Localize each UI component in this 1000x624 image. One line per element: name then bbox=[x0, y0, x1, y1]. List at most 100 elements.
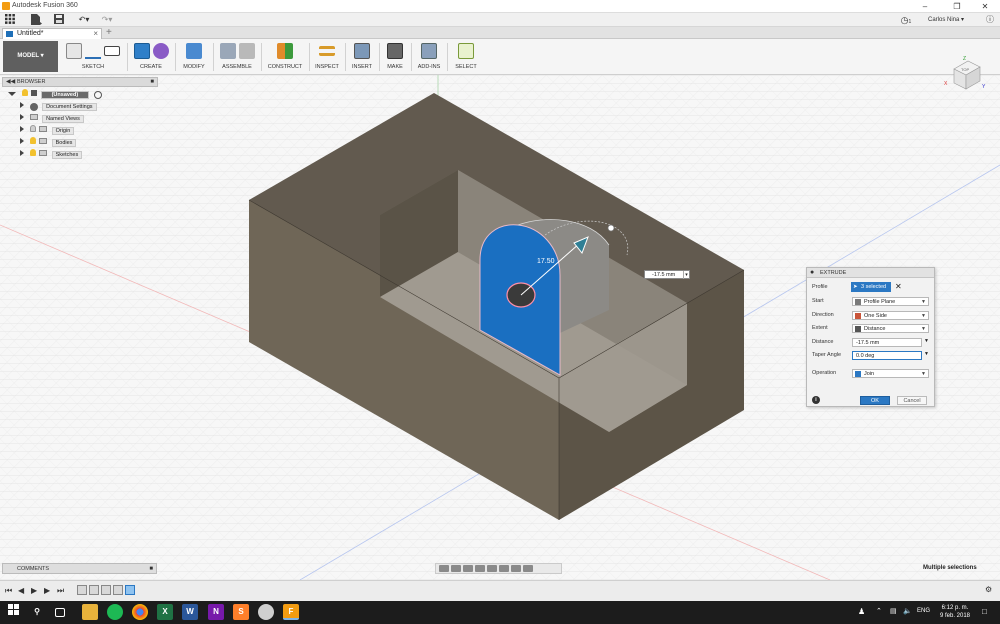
redo-icon[interactable]: ↷▾ bbox=[97, 14, 117, 26]
tray-overflow-icon[interactable]: ⌃ bbox=[876, 607, 882, 615]
cancel-button[interactable]: Cancel bbox=[897, 396, 927, 405]
file-explorer-icon[interactable] bbox=[82, 604, 98, 620]
save-icon[interactable] bbox=[52, 14, 66, 26]
orbit-icon[interactable] bbox=[439, 565, 449, 572]
tree-root[interactable]: (Unsaved) bbox=[8, 89, 158, 101]
info-icon[interactable]: i bbox=[812, 396, 820, 404]
construct-group[interactable]: CONSTRUCT bbox=[263, 41, 307, 73]
form-icon[interactable] bbox=[152, 43, 169, 59]
undo-icon[interactable]: ↶▾ bbox=[74, 14, 94, 26]
comments-panel-header[interactable]: COMMENTS ■ bbox=[2, 563, 157, 574]
spotify-icon[interactable] bbox=[107, 604, 123, 620]
expand-arrow-icon[interactable] bbox=[20, 114, 24, 120]
taper-angle-field[interactable]: 0.0 deg bbox=[852, 351, 922, 360]
word-icon[interactable]: W bbox=[182, 604, 198, 620]
people-icon[interactable]: ♟ bbox=[858, 607, 865, 616]
user-account-menu[interactable]: Carlos Nina ▾ bbox=[928, 14, 964, 26]
press-pull-icon[interactable] bbox=[186, 43, 202, 59]
notifications-icon[interactable]: □ bbox=[982, 607, 987, 616]
clear-selection-icon[interactable]: ✕ bbox=[895, 282, 902, 292]
look-at-icon[interactable] bbox=[451, 565, 461, 572]
collapse-dialog-icon[interactable]: ● bbox=[810, 268, 814, 278]
timeline-extrude-item[interactable] bbox=[113, 585, 123, 595]
line-icon[interactable] bbox=[85, 43, 101, 59]
expand-arrow-icon[interactable] bbox=[20, 138, 24, 144]
view-cube[interactable]: TOP Z X Y bbox=[944, 55, 986, 95]
tree-item-bodies[interactable]: Bodies bbox=[8, 137, 158, 149]
extrude-icon[interactable] bbox=[133, 43, 150, 59]
close-tab-icon[interactable]: × bbox=[93, 29, 98, 39]
assemble-group[interactable]: ASSEMBLE bbox=[215, 41, 259, 73]
search-icon[interactable]: ⚲ bbox=[29, 604, 45, 620]
job-status-icon[interactable]: ◷1 bbox=[896, 14, 916, 26]
visibility-bulb-icon[interactable] bbox=[29, 125, 36, 132]
step-forward-icon[interactable]: ▶ bbox=[44, 586, 50, 595]
expand-arrow-icon[interactable] bbox=[20, 102, 24, 108]
data-panel-grid-icon[interactable] bbox=[3, 14, 17, 26]
viewports-icon[interactable] bbox=[523, 565, 533, 572]
play-icon[interactable]: ▶ bbox=[31, 586, 37, 595]
3d-print-icon[interactable] bbox=[387, 43, 403, 59]
operation-select[interactable]: Join ▼ bbox=[852, 369, 929, 378]
fusion-360-taskbar-icon[interactable]: F bbox=[283, 604, 299, 620]
network-icon[interactable]: ▤ bbox=[890, 607, 897, 615]
manipulator-handle[interactable] bbox=[607, 224, 615, 232]
create-group[interactable]: CREATE bbox=[129, 41, 173, 73]
tab-untitled[interactable]: Untitled* × bbox=[2, 28, 102, 39]
timeline-settings-gear-icon[interactable]: ⚙ bbox=[985, 585, 992, 594]
expand-arrow-icon[interactable] bbox=[20, 150, 24, 156]
insert-group[interactable]: INSERT bbox=[347, 41, 377, 73]
joint-icon[interactable] bbox=[238, 43, 255, 59]
close-button[interactable]: ✕ bbox=[970, 1, 1000, 12]
step-back-icon[interactable]: ◀ bbox=[18, 586, 24, 595]
direction-select[interactable]: One Side ▼ bbox=[852, 311, 929, 320]
visibility-bulb-icon[interactable] bbox=[21, 89, 28, 96]
scripts-icon[interactable] bbox=[421, 43, 437, 59]
timeline-sketch-item[interactable] bbox=[101, 585, 111, 595]
select-group[interactable]: SELECT bbox=[449, 41, 483, 73]
go-to-start-icon[interactable]: ⏮ bbox=[5, 586, 12, 596]
distance-input[interactable]: -17.5 mm ▾ bbox=[644, 270, 690, 279]
file-menu-icon[interactable] bbox=[28, 14, 44, 26]
distance-field[interactable]: -17.5 mm bbox=[852, 338, 922, 347]
pin-panel-icon[interactable]: ■ bbox=[150, 78, 154, 86]
distance-dropdown-icon[interactable]: ▾ bbox=[683, 271, 689, 279]
start-select[interactable]: Profile Plane ▼ bbox=[852, 297, 929, 306]
distance-dropdown-icon[interactable]: ▼ bbox=[924, 338, 929, 344]
expand-arrow-icon[interactable] bbox=[20, 126, 24, 132]
rectangle-icon[interactable] bbox=[104, 46, 120, 56]
pan-icon[interactable] bbox=[463, 565, 473, 572]
tree-item-named-views[interactable]: Named Views bbox=[8, 113, 158, 125]
tree-item-origin[interactable]: Origin bbox=[8, 125, 158, 137]
onenote-icon[interactable]: N bbox=[208, 604, 224, 620]
sublime-text-icon[interactable]: S bbox=[233, 604, 249, 620]
language-indicator[interactable]: ENG bbox=[917, 608, 930, 614]
tree-item-document-settings[interactable]: Document Settings bbox=[8, 101, 158, 113]
timeline-current-item[interactable] bbox=[125, 585, 135, 595]
modify-group[interactable]: MODIFY bbox=[177, 41, 211, 73]
help-icon[interactable]: ⓘ bbox=[983, 14, 997, 26]
collapse-panel-icon[interactable]: ◀◀ bbox=[6, 78, 15, 86]
display-settings-icon[interactable] bbox=[499, 565, 509, 572]
windows-start-icon[interactable] bbox=[5, 604, 21, 620]
tree-item-sketches[interactable]: Sketches bbox=[8, 149, 158, 161]
minimize-button[interactable]: – bbox=[910, 1, 940, 12]
excel-icon[interactable]: X bbox=[157, 604, 173, 620]
extent-select[interactable]: Distance ▼ bbox=[852, 324, 929, 333]
expand-arrow-icon[interactable] bbox=[8, 92, 16, 96]
add-ins-group[interactable]: ADD-INS bbox=[413, 41, 445, 73]
taper-dropdown-icon[interactable]: ▼ bbox=[924, 351, 929, 357]
pin-comments-icon[interactable]: ■ bbox=[149, 564, 153, 574]
go-to-end-icon[interactable]: ⏭ bbox=[57, 586, 64, 596]
measure-icon[interactable] bbox=[319, 46, 335, 56]
fit-icon[interactable] bbox=[487, 565, 497, 572]
inspect-group[interactable]: INSPECT bbox=[311, 41, 343, 73]
ok-button[interactable]: OK bbox=[860, 396, 890, 405]
insert-image-icon[interactable] bbox=[354, 43, 370, 59]
sketch-group[interactable]: SKETCH bbox=[60, 41, 126, 73]
task-view-icon[interactable] bbox=[55, 608, 65, 617]
zoom-icon[interactable] bbox=[475, 565, 485, 572]
visibility-bulb-icon[interactable] bbox=[29, 149, 36, 156]
volume-icon[interactable]: 🔈 bbox=[903, 607, 912, 615]
new-tab-button[interactable]: + bbox=[106, 27, 112, 38]
